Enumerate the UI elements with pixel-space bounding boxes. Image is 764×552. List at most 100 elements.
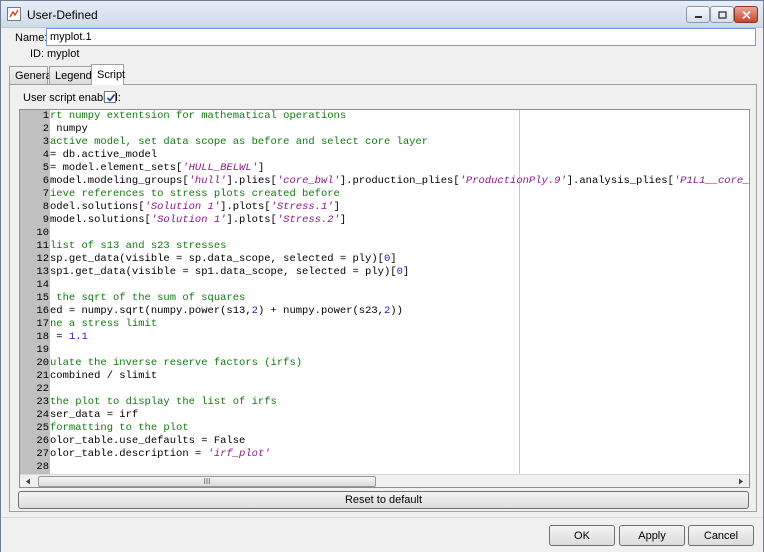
code-line: 7 ieve references to stress plots created…: [20, 188, 749, 201]
code-line: 9 model.solutions['Solution 1'].plots['St…: [20, 214, 749, 227]
code-token: ].plots[: [226, 214, 277, 226]
id-label: ID:: [30, 48, 45, 60]
tab-general[interactable]: General: [9, 66, 54, 84]
scrollbar-thumb[interactable]: III: [38, 476, 376, 487]
app-icon: [7, 7, 21, 21]
dialog-button-bar: OK Apply Cancel: [1, 517, 763, 552]
name-label: Name:: [15, 32, 48, 44]
code-token: sp.get_data(visible = sp.data_scope, sel…: [50, 253, 384, 265]
maximize-icon: [717, 10, 727, 19]
code-token: ].production_plies[: [339, 175, 460, 187]
line-number: 21: [36, 370, 49, 382]
code-token: ]: [257, 162, 265, 174]
window-title: User-Defined: [27, 8, 98, 22]
cancel-button[interactable]: Cancel: [688, 525, 754, 546]
code-text: ne a stress limit: [50, 318, 157, 331]
close-button[interactable]: [734, 6, 758, 23]
horizontal-scrollbar[interactable]: III: [20, 474, 749, 487]
line-number: 3: [42, 136, 49, 148]
code-token: 'Solution 1': [150, 214, 227, 226]
code-token: the sqrt of the sum of squares: [50, 292, 246, 304]
line-number: 19: [36, 344, 49, 356]
line-number: 26: [36, 435, 49, 447]
code-text: rt numpy extentsion for mathematical ope…: [50, 110, 346, 123]
code-token: ne a stress limit: [50, 318, 158, 330]
apply-button[interactable]: Apply: [619, 525, 685, 546]
code-token: 'hull': [188, 175, 227, 187]
close-icon: [741, 10, 751, 19]
code-token: ]: [339, 214, 347, 226]
line-number: 22: [36, 383, 49, 395]
line-number: 10: [36, 227, 49, 239]
code-text: the sqrt of the sum of squares: [50, 292, 245, 305]
code-token: 'Stress.2': [276, 214, 340, 226]
scroll-left-button[interactable]: [20, 475, 36, 487]
code-token: 'core_bwl': [276, 175, 340, 187]
code-text: active model, set data scope as before a…: [50, 136, 428, 149]
code-token: combined / slimit: [50, 370, 158, 382]
ok-button[interactable]: OK: [549, 525, 615, 546]
code-line: 21 combined / slimit: [20, 370, 749, 383]
code-text: ed = numpy.sqrt(numpy.power(s13,2) + num…: [50, 305, 403, 318]
code-token: ed = numpy.sqrt(numpy.power(s13,: [50, 305, 252, 317]
tab-script[interactable]: Script: [91, 64, 125, 85]
line-number: 17: [36, 318, 49, 330]
code-token: 'P1L1__core_bwl': [673, 175, 750, 187]
code-line: 27 olor_table.description = 'irf_plot': [20, 448, 749, 461]
code-line: 18 = 1.1: [20, 331, 749, 344]
name-input[interactable]: [46, 28, 756, 46]
arrow-left-icon: [26, 478, 30, 485]
code-token: ]: [390, 253, 397, 265]
code-token: sp1.get_data(visible = sp1.data_scope, s…: [50, 266, 397, 278]
line-number: 2: [42, 123, 49, 135]
code-token: rt numpy extentsion for mathematical ope…: [50, 110, 347, 122]
code-token: olor_table.description =: [50, 448, 208, 460]
line-number: 18: [36, 331, 49, 343]
maximize-button[interactable]: [710, 6, 734, 23]
line-number: 24: [36, 409, 49, 421]
code-token: ulate the inverse reserve factors (irfs): [50, 357, 303, 369]
code-line: 15 the sqrt of the sum of squares: [20, 292, 749, 305]
code-line: 19: [20, 344, 749, 357]
scroll-right-button[interactable]: [733, 475, 749, 487]
line-number: 4: [42, 149, 49, 161]
code-token: 'Solution 1': [144, 201, 221, 213]
code-token: 'Stress.1': [270, 201, 334, 213]
code-text: ieve references to stress plots created …: [50, 188, 340, 201]
code-token: =: [50, 331, 69, 343]
code-line: 22: [20, 383, 749, 396]
code-token: model.solutions[: [50, 214, 151, 226]
code-token: ].plies[: [226, 175, 277, 187]
code-token: numpy: [50, 123, 88, 135]
code-line: 12 sp.get_data(visible = sp.data_scope, s…: [20, 253, 749, 266]
line-number: 16: [36, 305, 49, 317]
checkmark-icon: [106, 94, 116, 102]
code-text: olor_table.use_defaults = False: [50, 435, 245, 448]
code-token: the plot to display the list of irfs: [50, 396, 277, 408]
script-editor[interactable]: 1 rt numpy extentsion for mathematical op…: [19, 109, 750, 488]
reset-to-default-button[interactable]: Reset to default: [18, 491, 749, 509]
code-text: numpy: [50, 123, 88, 136]
code-token: 'irf_plot': [207, 448, 271, 460]
code-line: 17 ne a stress limit: [20, 318, 749, 331]
code-text: model.solutions['Solution 1'].plots['Str…: [50, 214, 346, 227]
code-token: ].plots[: [220, 201, 271, 213]
minimize-button[interactable]: [686, 6, 710, 23]
code-token: model.modeling_groups[: [50, 175, 189, 187]
line-number: 14: [36, 279, 49, 291]
code-line: 8 odel.solutions['Solution 1'].plots['Str…: [20, 201, 749, 214]
code-token: ieve references to stress plots created …: [50, 188, 340, 200]
code-line: 13 sp1.get_data(visible = sp1.data_scope,…: [20, 266, 749, 279]
code-text: sp.get_data(visible = sp.data_scope, sel…: [50, 253, 397, 266]
line-number: 23: [36, 396, 49, 408]
tab-legend[interactable]: Legend: [49, 66, 92, 84]
code-text: ser_data = irf: [50, 409, 138, 422]
line-number: 5: [42, 162, 49, 174]
code-line: 20 ulate the inverse reserve factors (irf…: [20, 357, 749, 370]
code-token: ]: [402, 266, 410, 278]
line-number: 6: [42, 175, 49, 187]
user-script-enabled-checkbox[interactable]: [104, 91, 116, 103]
code-token: ]: [333, 201, 340, 213]
code-line: 10: [20, 227, 749, 240]
code-text: odel.solutions['Solution 1'].plots['Stre…: [50, 201, 340, 214]
